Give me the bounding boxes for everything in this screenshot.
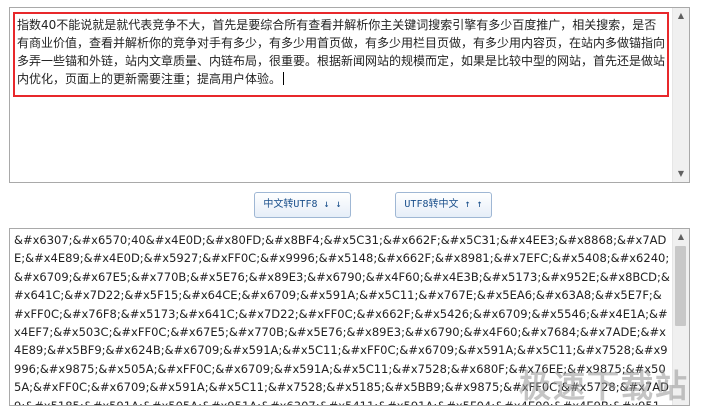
- convert-to-chinese-button[interactable]: UTF8转中文 ↑ ↑: [395, 192, 492, 218]
- input-panel: 指数40不能说就是就代表竞争不大，首先是要综合所有查看并解析你主关键词搜索引擎有…: [9, 7, 690, 183]
- text-caret: [283, 72, 285, 85]
- scroll-up-arrow-icon[interactable]: ▲: [673, 8, 689, 24]
- convert-to-utf8-button[interactable]: 中文转UTF8 ↓ ↓: [254, 192, 351, 218]
- chinese-input-area[interactable]: 指数40不能说就是就代表竞争不大，首先是要综合所有查看并解析你主关键词搜索引擎有…: [13, 12, 669, 97]
- input-scrollbar[interactable]: ▲ ▼: [672, 8, 689, 182]
- scrollbar-thumb[interactable]: [675, 246, 686, 326]
- scroll-down-arrow-icon[interactable]: ▼: [673, 166, 689, 182]
- input-text: 指数40不能说就是就代表竞争不大，首先是要综合所有查看并解析你主关键词搜索引擎有…: [17, 18, 666, 86]
- site-watermark: 极速下载站: [518, 367, 689, 405]
- scroll-up-arrow-icon[interactable]: ▲: [673, 229, 689, 245]
